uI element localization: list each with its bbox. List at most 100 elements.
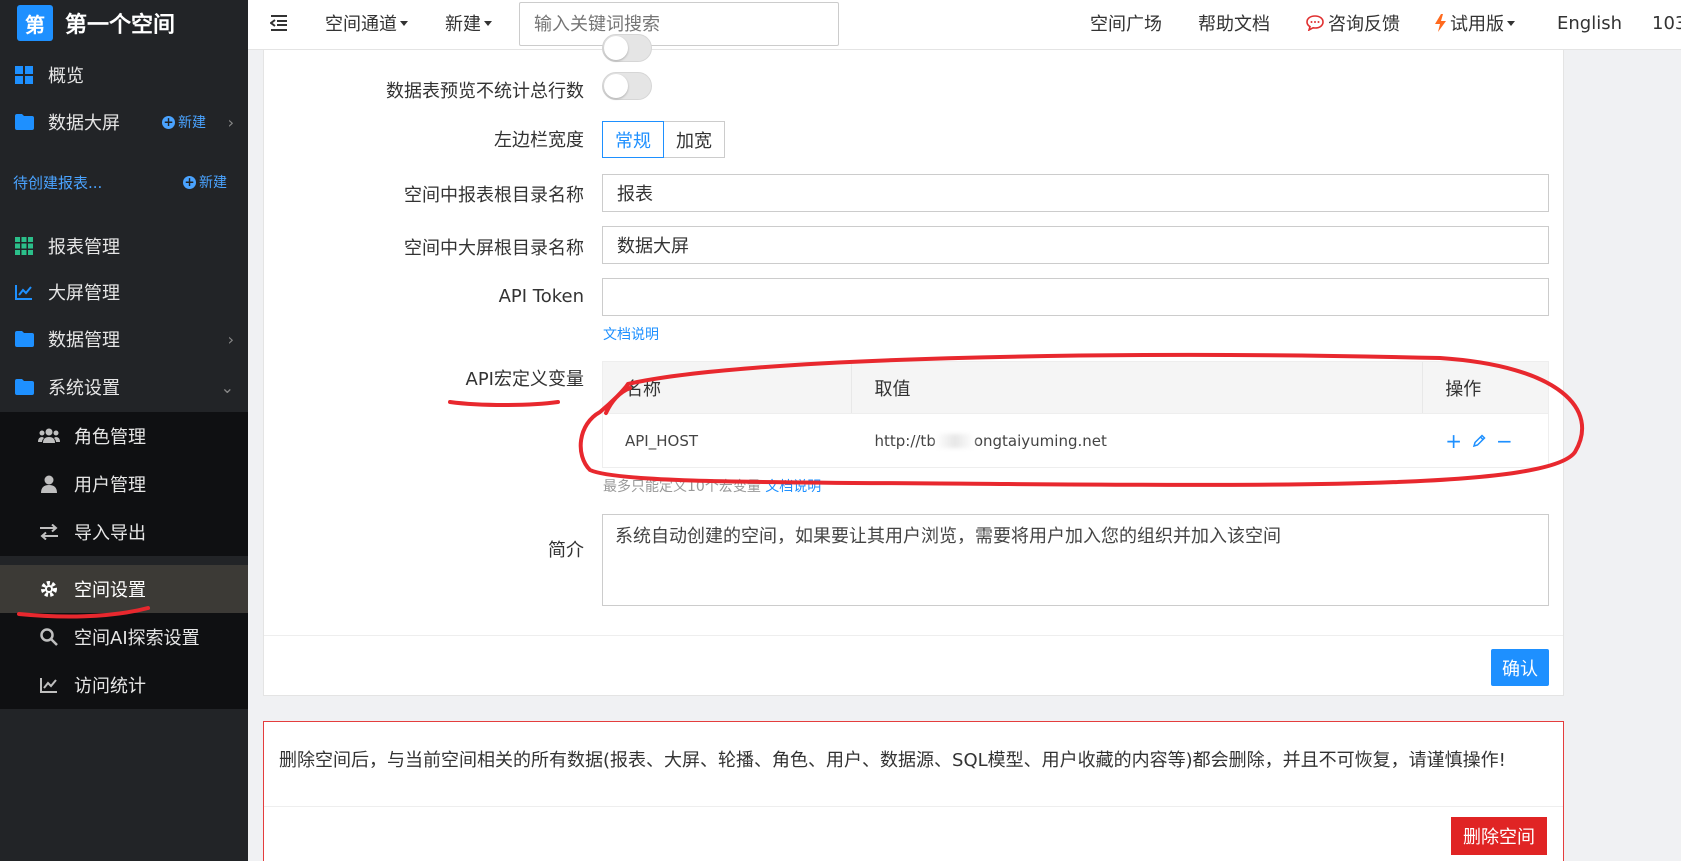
sidebar-item-import-export[interactable]: 导入导出	[0, 508, 248, 556]
folder-icon	[14, 112, 34, 132]
pending-reports-link[interactable]: 待创建报表...	[13, 172, 102, 193]
api-token-input[interactable]	[602, 278, 1549, 316]
sidebar-item-label: 角色管理	[74, 427, 146, 448]
preview-count-label: 数据表预览不统计总行数	[386, 81, 584, 102]
sidebar-item-visit-stats[interactable]: 访问统计	[0, 661, 248, 709]
sidebar-item-label: 访问统计	[74, 676, 146, 697]
collapse-menu-icon	[270, 15, 287, 31]
sidebar-item-user-management[interactable]: 用户管理	[0, 460, 248, 508]
space-settings-form: 数据表预览不统计总行数 左边栏宽度 常规 加宽 空间中报表根目录名称 报表 空间…	[263, 34, 1564, 696]
column-header-value: 取值	[852, 362, 1424, 413]
confirm-button[interactable]: 确认	[1491, 649, 1549, 686]
sidebar-item-data-screen[interactable]: 数据大屏 + 新建 ›	[0, 99, 248, 145]
users-icon	[38, 425, 60, 447]
space-square-link[interactable]: 空间广场	[1090, 0, 1162, 46]
sidebar-width-segmented: 常规 加宽	[602, 121, 725, 158]
blurred-redaction	[935, 433, 974, 448]
caret-down-icon	[1507, 20, 1515, 26]
folder-icon	[14, 329, 34, 349]
caret-down-icon	[400, 20, 408, 26]
help-docs-link[interactable]: 帮助文档	[1198, 0, 1270, 46]
chat-bubble-icon	[1306, 15, 1324, 31]
logo-badge: 第	[17, 5, 53, 41]
sidebar-item-label: 空间设置	[74, 580, 146, 601]
report-root-input[interactable]: 报表	[602, 174, 1549, 212]
new-report-link[interactable]: + 新建	[183, 172, 227, 192]
chevron-down-icon: ⌄	[220, 377, 234, 397]
column-header-name: 名称	[603, 362, 853, 413]
macro-doc-link[interactable]: 文档说明	[765, 479, 821, 495]
sidebar-item-label: 概览	[48, 66, 84, 87]
user-menu[interactable]: 103	[1652, 0, 1681, 46]
add-icon[interactable]: +	[1445, 429, 1462, 453]
sidebar: 第 第一个空间 概览 数据大屏 + 新建 › 待创建报表... + 新建 报表管理 …	[0, 0, 248, 861]
user-icon	[38, 473, 60, 495]
lightning-icon	[1435, 14, 1446, 32]
delete-space-panel: 删除空间后，与当前空间相关的所有数据(报表、大屏、轮播、角色、用户、数据源、SQ…	[263, 721, 1564, 861]
macro-name-cell: API_HOST	[625, 431, 699, 450]
toggle-switch-partial[interactable]	[602, 34, 652, 62]
sidebar-item-label: 数据管理	[48, 330, 120, 351]
sidebar-item-screen-management[interactable]: 大屏管理	[0, 269, 248, 315]
channel-menu[interactable]: 空间通道	[325, 0, 408, 46]
sidebar-width-wide-option[interactable]: 加宽	[664, 121, 725, 158]
dashboard-grid-icon	[14, 65, 34, 85]
screen-root-label: 空间中大屏根目录名称	[404, 238, 584, 259]
intro-label: 简介	[548, 540, 584, 561]
sidebar-item-label: 导入导出	[74, 523, 146, 544]
sidebar-item-label: 数据大屏	[48, 113, 120, 134]
edit-pencil-icon[interactable]	[1472, 429, 1486, 453]
line-chart-icon	[38, 674, 60, 696]
macro-variables-table: 名称 取值 操作 API_HOST http://tb ongtaiyuming…	[602, 361, 1549, 468]
sidebar-toggle-button[interactable]	[270, 0, 288, 46]
table-header: 名称 取值 操作	[603, 362, 1548, 413]
api-token-label: API Token	[498, 286, 584, 307]
sidebar-item-label: 系统设置	[48, 378, 120, 399]
form-footer: 确认	[264, 635, 1563, 695]
sidebar-width-label: 左边栏宽度	[494, 130, 584, 151]
plus-circle-icon: +	[162, 114, 175, 129]
sidebar-item-label: 报表管理	[48, 237, 120, 258]
preview-count-toggle[interactable]	[602, 72, 652, 100]
new-screen-link[interactable]: + 新建	[162, 112, 206, 132]
trial-version-menu[interactable]: 试用版	[1435, 0, 1515, 46]
search-input[interactable]	[519, 2, 839, 46]
macro-hint: 最多只能定义10个宏变量 文档说明	[603, 479, 822, 495]
column-header-actions: 操作	[1445, 378, 1482, 400]
sidebar-item-ai-explore-settings[interactable]: 空间AI探索设置	[0, 613, 248, 661]
macro-value-cell: http://tb ongtaiyuming.net	[874, 431, 1107, 450]
intro-textarea[interactable]: 系统自动创建的空间，如果要让其用户浏览，需要将用户加入您的组织并加入该空间	[602, 514, 1549, 606]
sidebar-item-data-management[interactable]: 数据管理 ›	[0, 316, 248, 362]
plus-circle-icon: +	[183, 174, 196, 189]
language-switch[interactable]: English	[1557, 0, 1622, 46]
sidebar-item-space-settings[interactable]: 空间设置	[0, 565, 248, 613]
sidebar-item-label: 大屏管理	[48, 283, 120, 304]
logo[interactable]: 第 第一个空间	[0, 0, 248, 46]
caret-down-icon	[484, 20, 492, 26]
chevron-right-icon: ›	[227, 329, 234, 349]
report-root-label: 空间中报表根目录名称	[404, 185, 584, 206]
divider	[264, 806, 1563, 807]
sidebar-item-role-management[interactable]: 角色管理	[0, 412, 248, 460]
sidebar-item-system-settings[interactable]: 系统设置 ⌄	[0, 364, 248, 410]
delete-warning-text: 删除空间后，与当前空间相关的所有数据(报表、大屏、轮播、角色、用户、数据源、SQ…	[279, 750, 1506, 771]
chevron-right-icon: ›	[227, 112, 234, 132]
exchange-arrows-icon	[38, 521, 60, 543]
new-menu[interactable]: 新建	[445, 0, 492, 46]
api-token-doc-link[interactable]: 文档说明	[603, 324, 659, 344]
sidebar-item-label: 用户管理	[74, 475, 146, 496]
screen-root-input[interactable]: 数据大屏	[602, 226, 1549, 264]
table-row: API_HOST http://tb ongtaiyuming.net + −	[603, 413, 1548, 467]
macro-actions-cell: + −	[1423, 414, 1548, 467]
line-chart-icon	[14, 282, 34, 302]
table-grid-icon	[14, 236, 34, 256]
feedback-link[interactable]: 咨询反馈	[1306, 0, 1400, 46]
sidebar-item-overview[interactable]: 概览	[0, 52, 248, 98]
sidebar-width-normal-option[interactable]: 常规	[602, 121, 664, 158]
search-icon	[38, 626, 60, 648]
sidebar-item-label: 空间AI探索设置	[74, 628, 200, 649]
sidebar-item-report-management[interactable]: 报表管理	[0, 223, 248, 269]
delete-space-button[interactable]: 删除空间	[1451, 817, 1547, 855]
space-title: 第一个空间	[65, 13, 176, 38]
remove-icon[interactable]: −	[1496, 429, 1513, 453]
